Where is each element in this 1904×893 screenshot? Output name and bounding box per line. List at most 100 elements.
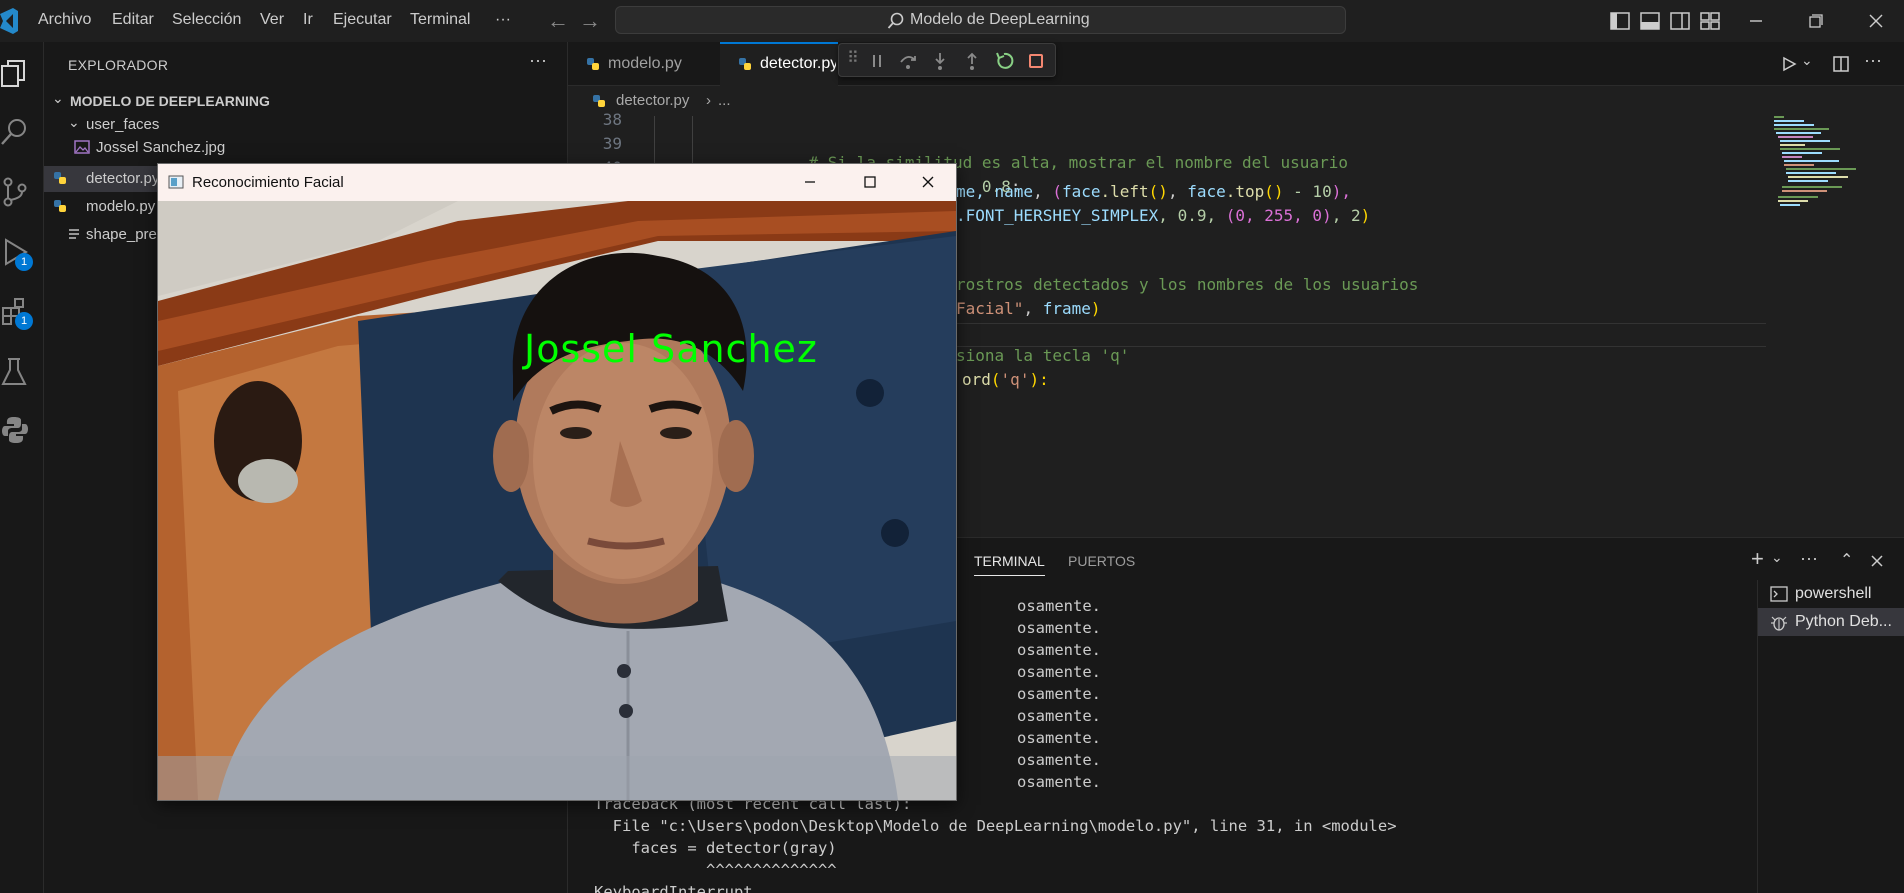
explorer-icon[interactable]	[0, 58, 30, 90]
split-editor-icon[interactable]	[1832, 55, 1850, 73]
code-token: ):	[1029, 370, 1049, 389]
menu-ver[interactable]: Ver	[260, 11, 284, 29]
pause-icon[interactable]	[866, 50, 888, 72]
menu-ir[interactable]: Ir	[303, 11, 313, 29]
code-comment: rostros detectados y los nombres de los …	[956, 275, 1419, 294]
tab-terminal[interactable]: TERMINAL	[974, 553, 1045, 576]
run-dropdown-chevron-icon[interactable]: ⌄	[1801, 52, 1813, 69]
code-token: ()	[1264, 182, 1284, 201]
line-highlight-border	[956, 323, 1766, 324]
maximize-icon[interactable]	[858, 170, 882, 194]
face-recognition-titlebar[interactable]: Reconocimiento Facial	[158, 164, 956, 201]
code-token: , 0.9,	[1158, 206, 1226, 225]
tree-file-jossel-jpg[interactable]: Jossel Sanchez.jpg	[44, 135, 568, 161]
maximize-panel-chevron-up-icon[interactable]: ⌃	[1840, 550, 1853, 570]
breadcrumb-file[interactable]: detector.py	[616, 92, 689, 109]
menu-terminal[interactable]: Terminal	[410, 11, 470, 29]
terminal-line: osamente.	[1017, 707, 1101, 725]
command-center-text: Modelo de DeepLearning	[910, 11, 1090, 28]
code-token: (	[990, 370, 1001, 389]
menu-editar[interactable]: Editar	[112, 11, 154, 29]
terminal-line: osamente.	[1017, 663, 1101, 681]
code-token: (	[1052, 182, 1062, 201]
code-token: ()	[1148, 182, 1168, 201]
toggle-panel-icon[interactable]	[1637, 8, 1663, 34]
tab-ports[interactable]: PUERTOS	[1068, 553, 1135, 569]
python-file-icon	[54, 200, 66, 212]
tab-modelo-py[interactable]: modelo.py	[568, 42, 720, 86]
toggle-secondary-sidebar-icon[interactable]	[1667, 8, 1693, 34]
code-token: .FONT_HERSHEY_SIMPLEX	[956, 206, 1159, 225]
chevron-down-icon: ⌄	[68, 114, 80, 130]
source-control-icon[interactable]	[0, 176, 30, 208]
menu-archivo[interactable]: Archivo	[38, 11, 91, 29]
search-icon	[887, 12, 904, 29]
terminal-list: powershell Python Deb...	[1757, 580, 1904, 893]
explorer-more-actions-icon[interactable]: ···	[529, 50, 547, 71]
code-line-45: rostros detectados y los nombres de los …	[956, 275, 1418, 294]
menu-seleccion[interactable]: Selección	[172, 11, 241, 29]
minimize-icon[interactable]	[1743, 8, 1769, 34]
code-line-46: Facial", frame)	[956, 299, 1101, 318]
code-token: ord	[962, 370, 991, 389]
tab-detector-py[interactable]: detector.py	[720, 42, 838, 86]
terminal-dropdown-chevron-icon[interactable]: ⌄	[1771, 549, 1783, 566]
text-file-icon	[69, 229, 79, 239]
editor-more-actions-icon[interactable]: ···	[1864, 50, 1882, 71]
terminal-item-powershell[interactable]: powershell	[1758, 580, 1904, 608]
code-comment: siona la tecla 'q'	[956, 346, 1130, 365]
menu-more[interactable]: ···	[495, 11, 511, 29]
code-token: )	[1360, 206, 1371, 225]
forward-arrow-icon[interactable]: →	[579, 8, 601, 34]
editor-tabs: modelo.py detector.py ⌄ ···	[568, 42, 1904, 86]
run-python-file-icon[interactable]	[1781, 56, 1797, 72]
terminal-item-label: powershell	[1795, 585, 1872, 602]
code-token: ,	[1033, 182, 1053, 201]
extensions-badge: 1	[15, 312, 33, 330]
customize-layout-icon[interactable]	[1697, 8, 1723, 34]
window-app-icon	[168, 175, 184, 189]
python-icon[interactable]	[0, 414, 30, 446]
close-panel-icon[interactable]	[1870, 554, 1884, 568]
python-file-icon	[593, 95, 605, 107]
restart-icon[interactable]	[993, 50, 1015, 72]
tree-root-folder[interactable]: ⌄ MODELO DE DEEPLEARNING	[44, 88, 568, 114]
code-token: Facial"	[956, 299, 1024, 318]
command-center-search[interactable]: Modelo de DeepLearning	[615, 6, 1346, 34]
restore-icon[interactable]	[1803, 8, 1829, 34]
tab-label: modelo.py	[608, 55, 682, 72]
code-token: frame	[1042, 299, 1091, 318]
toggle-sidebar-icon[interactable]	[1607, 8, 1633, 34]
minimize-icon[interactable]	[798, 170, 822, 194]
python-file-icon	[739, 58, 751, 70]
terminal-line: osamente.	[1017, 597, 1101, 615]
stop-icon[interactable]	[1025, 50, 1047, 72]
close-icon[interactable]	[916, 170, 940, 194]
tree-item-label: modelo.py	[86, 198, 156, 215]
code-token: )	[1090, 299, 1101, 318]
drag-handle-icon[interactable]: ⠿	[847, 48, 859, 68]
testing-flask-icon[interactable]	[0, 356, 30, 388]
code-token: face	[1187, 182, 1226, 201]
debug-badge: 1	[15, 253, 33, 271]
search-icon[interactable]	[0, 116, 30, 148]
new-terminal-plus-icon[interactable]: +	[1751, 546, 1764, 572]
back-arrow-icon[interactable]: ←	[547, 8, 569, 34]
close-icon[interactable]	[1863, 8, 1889, 34]
terminal-item-python-debug[interactable]: Python Deb...	[1758, 608, 1904, 636]
panel-more-actions-icon[interactable]: ···	[1800, 548, 1818, 569]
terminal-line: osamente.	[1017, 751, 1101, 769]
code-token: .top	[1225, 182, 1265, 201]
code-token: face	[1061, 182, 1101, 201]
step-into-icon[interactable]	[929, 50, 951, 72]
minimap[interactable]	[1772, 116, 1882, 226]
step-over-icon[interactable]	[897, 50, 919, 72]
breadcrumb-symbol[interactable]: ...	[718, 92, 731, 109]
menu-ejecutar[interactable]: Ejecutar	[333, 11, 392, 29]
tree-item-label: detector.py	[86, 170, 160, 187]
face-recognition-window[interactable]: Reconocimiento Facial Jossel Sanchez	[157, 163, 957, 801]
explorer-title: EXPLORADOR	[68, 57, 169, 73]
step-out-icon[interactable]	[961, 50, 983, 72]
terminal-line: osamente.	[1017, 641, 1101, 659]
python-file-icon	[587, 58, 599, 70]
